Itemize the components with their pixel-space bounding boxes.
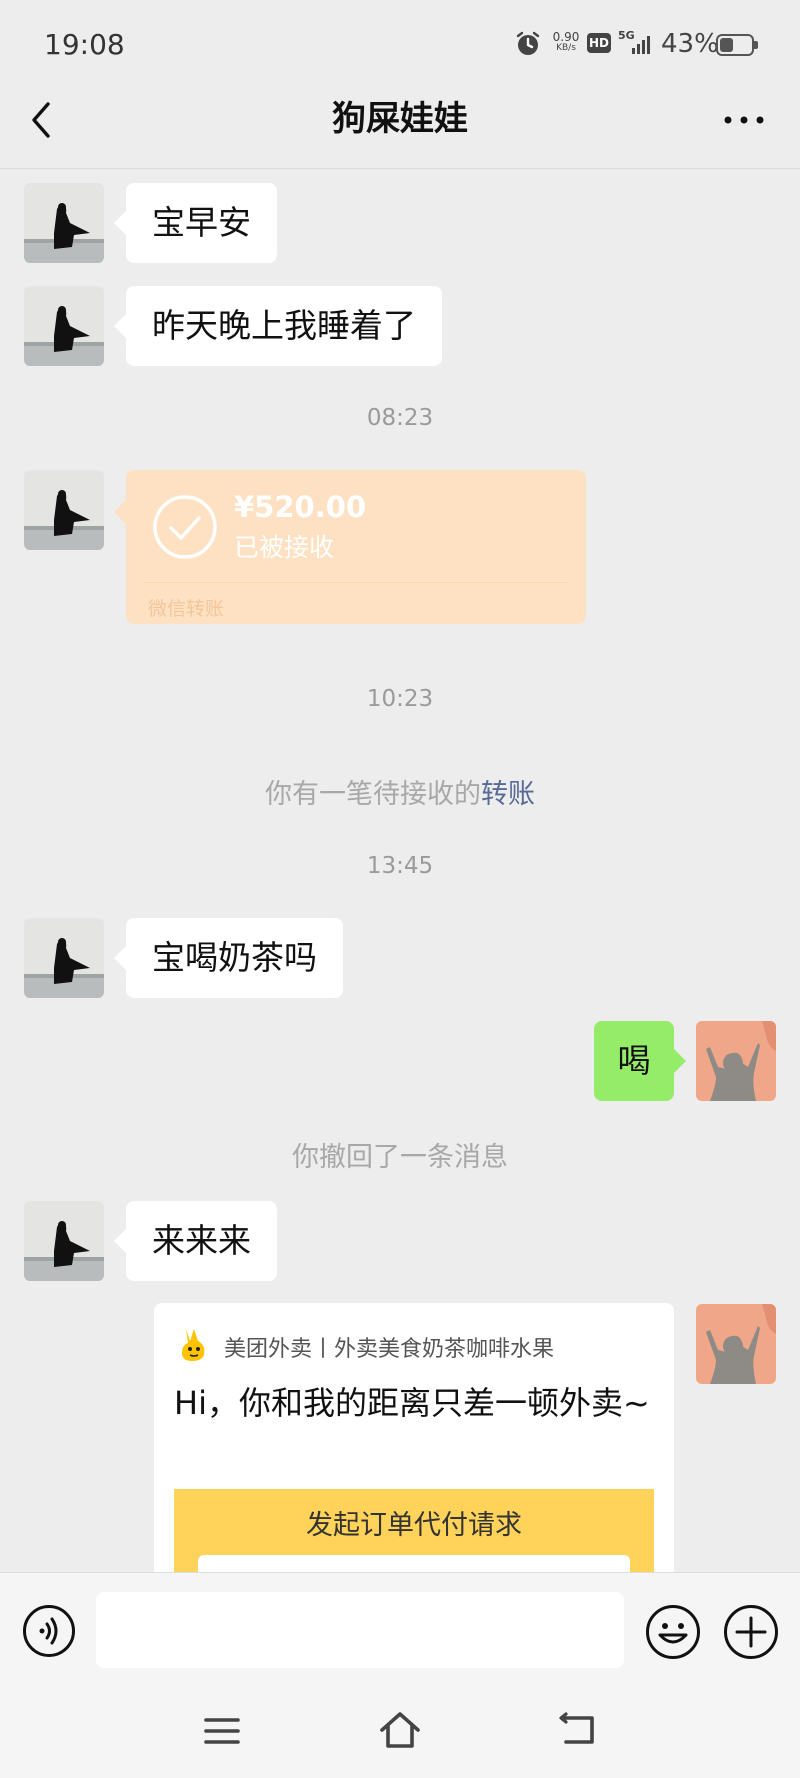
message-timestamp: 08:23: [366, 405, 434, 431]
contact-avatar-image: [24, 286, 104, 366]
contact-avatar[interactable]: [24, 470, 104, 550]
card-banner: 发起订单代付请求: [174, 1489, 654, 1583]
chat-title: 狗屎娃娃: [332, 99, 468, 139]
message-bubble[interactable]: 来来来: [114, 1201, 277, 1281]
message-input[interactable]: [96, 1592, 624, 1668]
contact-avatar[interactable]: [24, 1201, 104, 1281]
contact-avatar-image: [24, 1201, 104, 1281]
system-notice-text: 你有一笔待接收的: [265, 779, 481, 810]
emoji-icon[interactable]: [645, 1604, 701, 1660]
contact-avatar-image: [24, 470, 104, 550]
card-source: 美团外卖丨外卖美食奶茶咖啡水果: [224, 1337, 555, 1362]
contact-avatar-image: [24, 183, 104, 263]
my-avatar-image: [696, 1304, 776, 1384]
meituan-kangaroo-icon: [182, 1329, 205, 1361]
net-speed: 0.90 KB/s: [550, 31, 582, 53]
my-avatar[interactable]: [696, 1021, 776, 1101]
battery-icon: [716, 34, 758, 56]
status-time: 19:08: [44, 28, 125, 61]
message-timestamp: 13:45: [366, 853, 434, 879]
alarm-icon: [516, 31, 540, 55]
my-message-bubble[interactable]: 喝: [594, 1021, 686, 1101]
net-speed-unit: KB/s: [556, 43, 576, 53]
message-bubble[interactable]: 宝早安: [114, 183, 277, 263]
network-label: 5G: [618, 29, 635, 42]
home-icon[interactable]: [378, 1710, 422, 1750]
hd-badge: HD: [587, 33, 611, 53]
return-icon[interactable]: [558, 1712, 598, 1748]
card-banner-text: 发起订单代付请求: [306, 1510, 522, 1541]
check-circle-icon: [153, 495, 217, 559]
my-avatar-image: [696, 1021, 776, 1101]
more-dots-icon[interactable]: [722, 108, 766, 132]
message-bubble[interactable]: 宝喝奶茶吗: [114, 918, 343, 998]
contact-avatar[interactable]: [24, 918, 104, 998]
voice-icon[interactable]: [22, 1604, 76, 1658]
menu-icon[interactable]: [204, 1714, 240, 1748]
transfer-amount: ¥520.00: [234, 490, 367, 524]
signal-5g-icon: 5G: [618, 29, 650, 54]
transfer-link[interactable]: 转账: [481, 779, 535, 810]
status-bar: 19:08 0.90 KB/s HD 5G 43%: [0, 0, 800, 92]
contact-avatar[interactable]: [24, 183, 104, 263]
transfer-status: 已被接收: [234, 533, 335, 562]
plus-icon[interactable]: [723, 1604, 779, 1660]
card-title: Hi，你和我的距离只差一顿外卖~: [174, 1384, 650, 1422]
message-timestamp: 10:23: [366, 686, 434, 712]
transfer-footer: 微信转账: [148, 598, 225, 620]
system-notice: 你有一笔待接收的转账: [0, 772, 800, 811]
recall-notice: 你撤回了一条消息: [292, 1142, 508, 1173]
net-speed-value: 0.90: [552, 30, 580, 44]
battery-percent: 43%: [661, 29, 719, 59]
mini-program-card[interactable]: 美团外卖丨外卖美食奶茶咖啡水果 Hi，你和我的距离只差一顿外卖~ 发起订单代付请…: [154, 1303, 674, 1583]
contact-avatar-image: [24, 918, 104, 998]
transfer-divider: [144, 582, 568, 583]
contact-avatar[interactable]: [24, 286, 104, 366]
transfer-card[interactable]: ¥520.00 已被接收 微信转账: [114, 470, 586, 624]
message-bubble[interactable]: 昨天晚上我睡着了: [114, 286, 442, 366]
my-avatar[interactable]: [696, 1304, 776, 1384]
